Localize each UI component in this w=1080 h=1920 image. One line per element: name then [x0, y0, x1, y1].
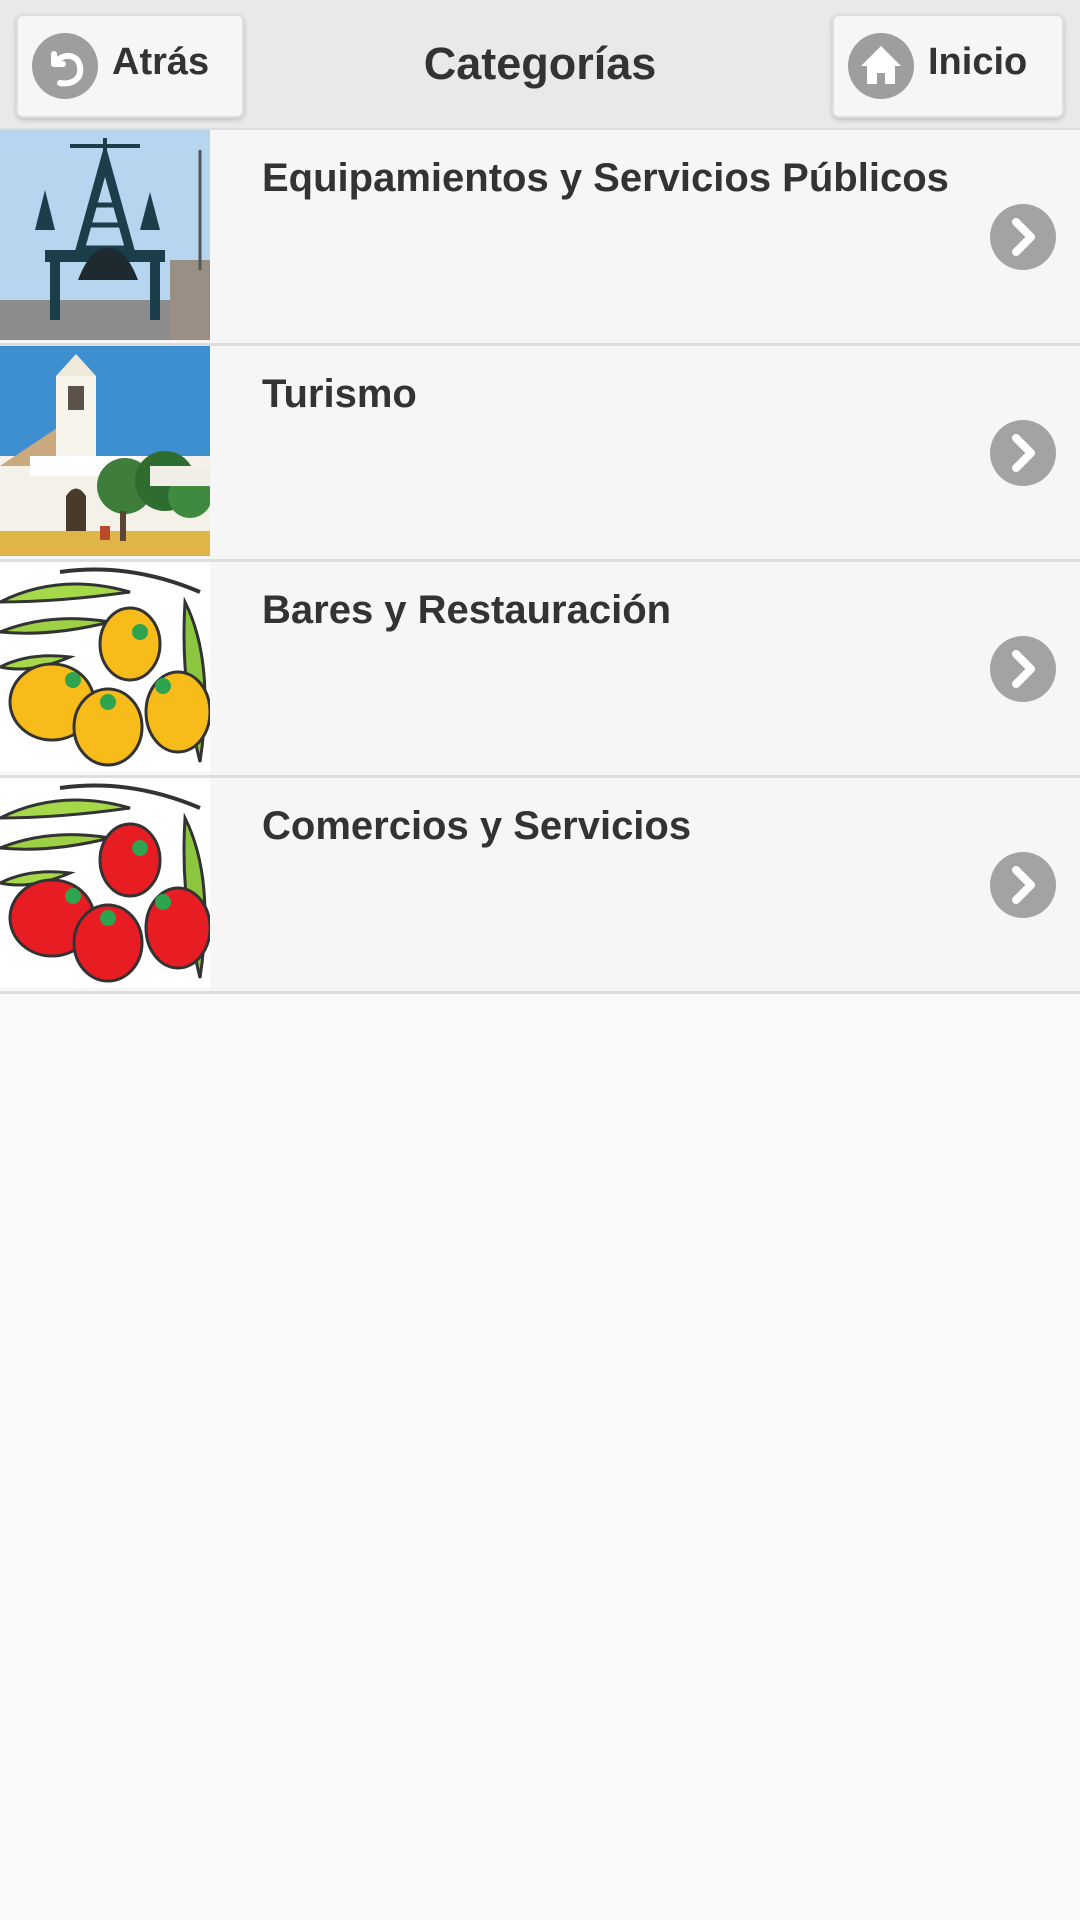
- red-olives-thumbnail: [0, 778, 210, 988]
- category-label: Bares y Restauración: [262, 588, 672, 632]
- home-button-label: Inicio: [928, 41, 1028, 83]
- church-thumbnail: [0, 346, 210, 556]
- category-item-turismo[interactable]: Turismo: [0, 346, 1080, 562]
- category-label: Turismo: [262, 372, 417, 416]
- back-button-label: Atrás: [112, 41, 210, 83]
- chevron-right-icon: [990, 204, 1056, 270]
- chevron-right-icon: [990, 420, 1056, 486]
- chevron-right-icon: [990, 636, 1056, 702]
- header-bar: Atrás Categorías Inicio: [0, 0, 1080, 130]
- back-button[interactable]: Atrás: [16, 14, 244, 118]
- category-item-bares[interactable]: Bares y Restauración: [0, 562, 1080, 778]
- undo-arrow-icon: [32, 33, 98, 99]
- page-title: Categorías: [423, 38, 657, 89]
- chevron-right-icon: [990, 852, 1056, 918]
- bell-tower-thumbnail: [0, 130, 210, 340]
- category-item-comercios[interactable]: Comercios y Servicios: [0, 778, 1080, 994]
- category-label: Equipamientos y Servicios Públicos: [262, 156, 949, 200]
- category-item-equipamientos[interactable]: Equipamientos y Servicios Públicos: [0, 130, 1080, 346]
- category-list: Equipamientos y Servicios Públicos Turis…: [0, 130, 1080, 994]
- category-label: Comercios y Servicios: [262, 804, 692, 848]
- yellow-olives-thumbnail: [0, 562, 210, 772]
- home-button[interactable]: Inicio: [832, 14, 1064, 118]
- house-icon: [848, 33, 914, 99]
